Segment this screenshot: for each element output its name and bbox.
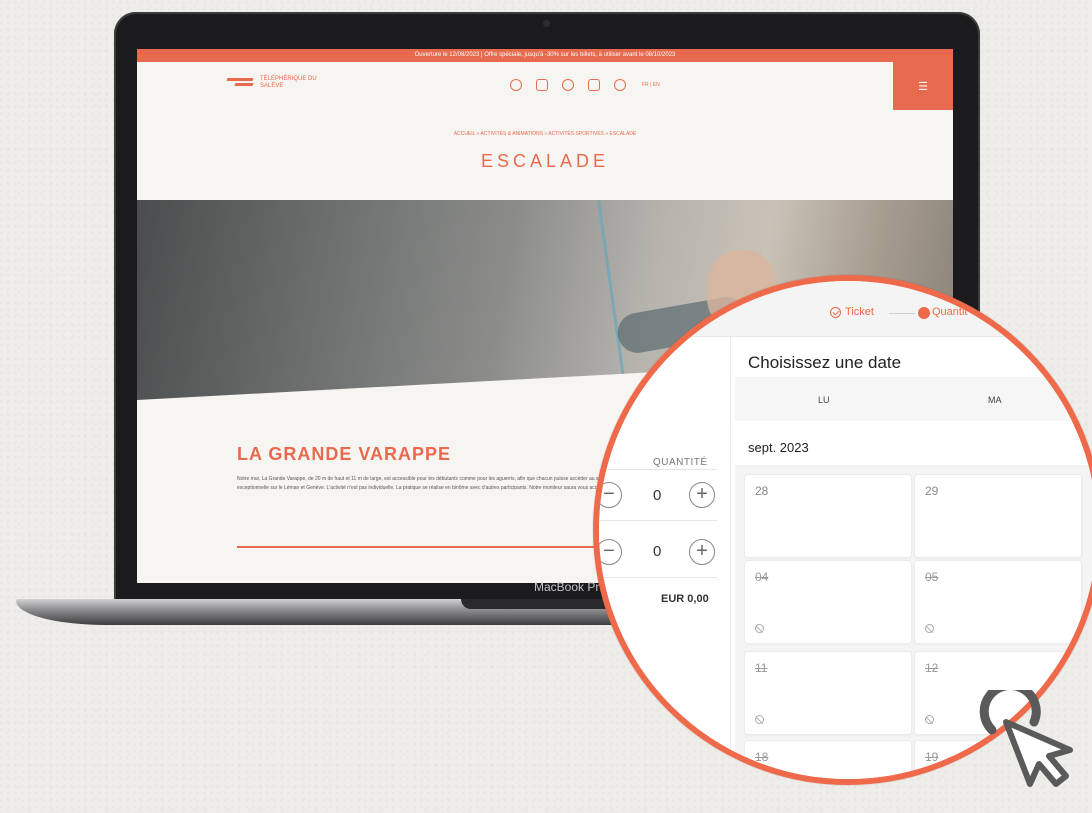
promo-bar[interactable]: Ouverture le 12/08/2023 | Offre spéciale… <box>137 49 953 62</box>
camera <box>543 20 550 27</box>
day-cell: 18 <box>745 741 911 779</box>
quantity-row: − 0 + <box>599 526 717 578</box>
logo-text: TÉLÉPHÉRIQUE DU SALÈVE <box>260 76 317 89</box>
check-circle-icon <box>830 306 841 318</box>
increment-button[interactable]: + <box>689 482 715 508</box>
quantity-header: QUANTITÉ <box>653 457 708 468</box>
day-number: 19 <box>925 750 939 764</box>
day-number: 04 <box>755 570 769 584</box>
day-cell[interactable]: 28 <box>745 475 911 557</box>
weekday-monday: LU <box>818 395 830 405</box>
booking-stepper: Ticket Quantit <box>599 281 1092 337</box>
header-icons: FR | EN <box>510 79 660 91</box>
ticket-icon[interactable] <box>510 79 522 91</box>
tag-icon[interactable] <box>536 79 548 91</box>
day-cell: 05 <box>915 561 1081 643</box>
day-number: 11 <box>755 661 768 675</box>
decrement-button[interactable]: − <box>599 538 622 565</box>
heart-icon[interactable] <box>614 79 626 91</box>
step-quantity-label[interactable]: Quantit <box>932 306 967 318</box>
step-ticket[interactable]: Ticket <box>830 306 874 318</box>
group-icon[interactable] <box>562 79 574 91</box>
quantity-value: 0 <box>653 486 662 504</box>
site-header: TÉLÉPHÉRIQUE DU SALÈVE FR | EN ☰ <box>137 62 953 110</box>
language-switch[interactable]: FR | EN <box>642 82 660 88</box>
weekday-header: LU MA <box>735 377 1092 421</box>
unavailable-icon <box>755 715 764 724</box>
page-title: ESCALADE <box>480 151 610 171</box>
increment-button[interactable]: + <box>689 538 715 565</box>
unavailable-icon <box>755 624 764 633</box>
breadcrumb[interactable]: ACCUEIL » ACTIVITÉS & ANIMATIONS » ACTIV… <box>137 131 953 137</box>
month-label: sept. 2023 <box>748 440 809 455</box>
day-number: 28 <box>755 484 769 498</box>
click-cursor-icon <box>979 690 1073 787</box>
active-step-dot <box>918 307 930 319</box>
quantity-row: − 0 + <box>599 469 717 521</box>
quantity-value: 0 <box>653 543 662 560</box>
cable-car-logo-icon <box>227 76 255 90</box>
day-number: 12 <box>925 661 939 675</box>
section-title: LA GRANDE VARAPPE <box>237 444 452 464</box>
site-logo[interactable]: TÉLÉPHÉRIQUE DU SALÈVE <box>227 76 320 90</box>
weekday-tuesday: MA <box>988 395 1002 405</box>
decrement-button[interactable]: − <box>599 482 622 508</box>
total-price: EUR 0,00 <box>661 593 709 605</box>
step-ticket-label: Ticket <box>845 306 874 318</box>
step-connector <box>889 313 915 314</box>
day-cell: 11 <box>745 652 911 734</box>
menu-button[interactable]: ☰ <box>893 62 953 110</box>
day-number: 05 <box>925 570 939 584</box>
unavailable-icon <box>925 715 934 724</box>
day-cell[interactable]: 29 <box>915 475 1081 557</box>
document-icon[interactable] <box>588 79 600 91</box>
day-number: 29 <box>925 484 939 498</box>
unavailable-icon <box>925 624 934 633</box>
section-divider <box>237 546 617 548</box>
calendar-title: Choisissez une date <box>748 353 902 372</box>
day-cell: 04 <box>745 561 911 643</box>
hamburger-icon: ☰ <box>918 80 928 93</box>
day-number: 18 <box>755 750 769 764</box>
